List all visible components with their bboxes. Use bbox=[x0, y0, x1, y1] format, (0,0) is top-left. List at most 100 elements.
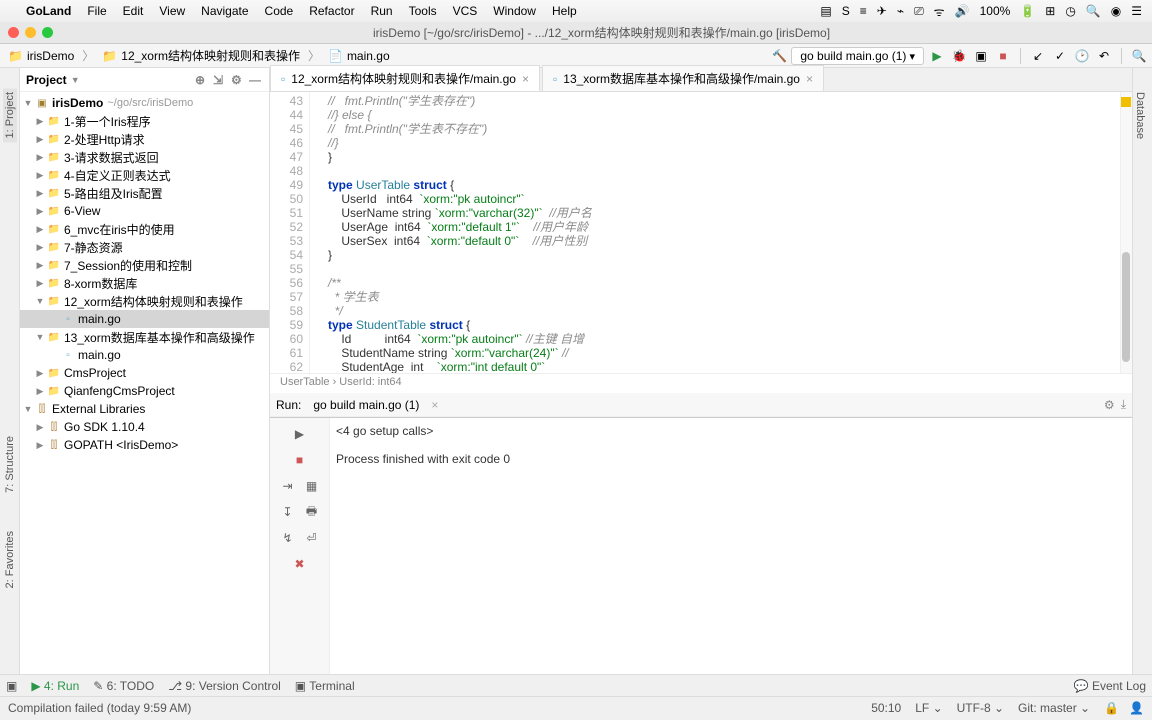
close-window-icon[interactable] bbox=[8, 27, 19, 38]
git-branch[interactable]: Git: master ⌄ bbox=[1018, 701, 1090, 715]
export-icon[interactable]: ⤓ bbox=[1121, 397, 1126, 412]
commit-icon[interactable]: ✓ bbox=[1051, 47, 1069, 65]
tool-window-button-icon[interactable]: ▣ bbox=[6, 679, 17, 693]
tree-folder[interactable]: ▶📁6-View bbox=[20, 202, 269, 220]
chevron-down-icon[interactable]: ▼ bbox=[71, 75, 80, 85]
lock-icon[interactable]: 🔒 bbox=[1104, 701, 1119, 715]
delete-icon[interactable]: ✖ bbox=[290, 554, 310, 574]
minimize-window-icon[interactable] bbox=[25, 27, 36, 38]
menu-window[interactable]: Window bbox=[493, 4, 536, 18]
breadcrumb[interactable]: 📄 main.go bbox=[324, 49, 394, 63]
menu-edit[interactable]: Edit bbox=[123, 4, 144, 18]
menubar-icon[interactable]: ⎚ bbox=[914, 4, 924, 19]
run-label: Run: bbox=[276, 398, 301, 412]
project-tab[interactable]: 1: Project bbox=[3, 88, 17, 142]
terminal-tool-tab[interactable]: ▣ Terminal bbox=[295, 679, 355, 693]
database-tab[interactable]: Database bbox=[1133, 88, 1147, 143]
menu-list-icon[interactable]: ☰ bbox=[1131, 4, 1142, 18]
tree-folder[interactable]: ▶📁2-处理Http请求 bbox=[20, 130, 269, 148]
hide-icon[interactable]: — bbox=[249, 73, 263, 87]
line-sep[interactable]: LF ⌄ bbox=[915, 701, 942, 715]
bottom-tool-bar: ▣ ▶ 4: Run ✎ 6: TODO ⎇ 9: Version Contro… bbox=[0, 674, 1152, 696]
menu-tools[interactable]: Tools bbox=[409, 4, 437, 18]
coverage-icon[interactable]: ▣ bbox=[972, 47, 990, 65]
build-icon[interactable]: 🔨 bbox=[772, 49, 787, 63]
run-tool-tab[interactable]: ▶ 4: Run bbox=[31, 679, 79, 693]
editor-tab[interactable]: ▫13_xorm数据库基本操作和高级操作/main.go× bbox=[542, 65, 824, 91]
filter-icon[interactable]: ↯ bbox=[278, 528, 298, 548]
expand-all-icon[interactable]: ⇲ bbox=[213, 73, 227, 87]
menu-run[interactable]: Run bbox=[371, 4, 393, 18]
status-bar: Compilation failed (today 9:59 AM) 50:10… bbox=[0, 696, 1152, 718]
breadcrumb[interactable]: 📁 irisDemo bbox=[4, 49, 78, 63]
run-config-selector[interactable]: go build main.go (1) ▾ bbox=[791, 47, 924, 65]
menubar-icon[interactable]: S bbox=[842, 4, 850, 18]
editor-breadcrumb[interactable]: UserTable › UserId: int64 bbox=[270, 373, 1132, 393]
update-project-icon[interactable]: ↙ bbox=[1029, 47, 1047, 65]
wifi-icon[interactable]: ᯤ bbox=[934, 3, 945, 20]
menubar-icon[interactable]: ⊞ bbox=[1045, 4, 1055, 18]
debug-button-icon[interactable]: 🐞 bbox=[950, 47, 968, 65]
menubar-icon[interactable]: ✈ bbox=[877, 4, 887, 18]
locate-icon[interactable]: ⊕ bbox=[195, 73, 209, 87]
line-number-gutter[interactable]: 4344454647484950515253545556575859606162… bbox=[270, 92, 310, 373]
menu-view[interactable]: View bbox=[159, 4, 185, 18]
menu-navigate[interactable]: Navigate bbox=[201, 4, 248, 18]
favorites-tab[interactable]: 2: Favorites bbox=[3, 527, 17, 592]
encoding[interactable]: UTF-8 ⌄ bbox=[957, 701, 1004, 715]
stop-icon[interactable]: ■ bbox=[290, 450, 310, 470]
vcs-tool-tab[interactable]: ⎇ 9: Version Control bbox=[168, 679, 281, 693]
editor-tab[interactable]: ▫12_xorm结构体映射规则和表操作/main.go× bbox=[270, 65, 540, 91]
menubar-icon[interactable]: ⌁ bbox=[897, 4, 904, 18]
wrap-icon[interactable]: ⏎ bbox=[302, 528, 322, 548]
run-button-icon[interactable]: ▶ bbox=[928, 47, 946, 65]
step-icon[interactable]: ⇥ bbox=[278, 476, 298, 496]
scroll-icon[interactable]: ↧ bbox=[278, 502, 298, 522]
menubar-icon[interactable]: ▤ bbox=[820, 4, 831, 18]
layout-icon[interactable]: ▦ bbox=[302, 476, 322, 496]
app-name[interactable]: GoLand bbox=[26, 4, 71, 18]
inspector-icon[interactable]: 👤 bbox=[1129, 701, 1144, 715]
menu-help[interactable]: Help bbox=[552, 4, 577, 18]
search-everywhere-icon[interactable]: 🔍 bbox=[1130, 47, 1148, 65]
tree-folder[interactable]: ▶📁1-第一个Iris程序 bbox=[20, 112, 269, 130]
editor-scrollbar[interactable] bbox=[1120, 92, 1132, 373]
warning-indicator-icon[interactable] bbox=[1121, 97, 1131, 107]
breadcrumb[interactable]: 📁 12_xorm结构体映射规则和表操作 bbox=[98, 47, 304, 64]
close-tab-icon[interactable]: × bbox=[806, 72, 813, 86]
stop-button-icon[interactable]: ■ bbox=[994, 47, 1012, 65]
clock-icon[interactable]: ◷ bbox=[1065, 4, 1075, 18]
code-editor[interactable]: // fmt.Println("学生表存在") //} else { // fm… bbox=[324, 92, 1120, 373]
todo-tool-tab[interactable]: ✎ 6: TODO bbox=[93, 679, 154, 693]
run-console-output[interactable]: <4 go setup calls> Process finished with… bbox=[330, 418, 1132, 674]
battery-icon[interactable]: 🔋 bbox=[1020, 4, 1035, 18]
caret-position[interactable]: 50:10 bbox=[871, 701, 901, 715]
gear-icon[interactable]: ⚙ bbox=[231, 73, 245, 87]
tree-folder[interactable]: ▶📁4-自定义正则表达式 bbox=[20, 166, 269, 184]
print-icon[interactable]: 🖶 bbox=[302, 502, 322, 522]
maximize-window-icon[interactable] bbox=[42, 27, 53, 38]
gear-icon[interactable]: ⚙ bbox=[1104, 398, 1115, 412]
siri-icon[interactable]: ◉ bbox=[1111, 4, 1121, 18]
menu-vcs[interactable]: VCS bbox=[453, 4, 478, 18]
history-icon[interactable]: 🕑 bbox=[1073, 47, 1091, 65]
revert-icon[interactable]: ↶ bbox=[1095, 47, 1113, 65]
menu-file[interactable]: File bbox=[87, 4, 106, 18]
tree-folder[interactable]: ▶📁6_mvc在iris中的使用 bbox=[20, 220, 269, 238]
tree-folder[interactable]: ▶📁5-路由组及Iris配置 bbox=[20, 184, 269, 202]
structure-tab[interactable]: 7: Structure bbox=[3, 432, 17, 497]
close-tab-icon[interactable]: × bbox=[431, 398, 438, 412]
tree-folder[interactable]: ▶📁3-请求数据式返回 bbox=[20, 148, 269, 166]
spotlight-icon[interactable]: 🔍 bbox=[1086, 4, 1101, 18]
event-log-tab[interactable]: 💬 Event Log bbox=[1074, 679, 1146, 693]
rerun-icon[interactable]: ▶ bbox=[290, 424, 310, 444]
menubar-icon[interactable]: ≡ bbox=[860, 4, 867, 18]
close-tab-icon[interactable]: × bbox=[522, 72, 529, 86]
tree-folder[interactable]: ▶📁8-xorm数据库 bbox=[20, 274, 269, 292]
menu-code[interactable]: Code bbox=[265, 4, 294, 18]
volume-icon[interactable]: 🔊 bbox=[955, 4, 970, 18]
project-tree[interactable]: ▼▣irisDemo~/go/src/irisDemo ▶📁1-第一个Iris程… bbox=[20, 92, 269, 674]
menu-refactor[interactable]: Refactor bbox=[309, 4, 354, 18]
tree-folder[interactable]: ▶📁7_Session的使用和控制 bbox=[20, 256, 269, 274]
tree-folder[interactable]: ▶📁7-静态资源 bbox=[20, 238, 269, 256]
